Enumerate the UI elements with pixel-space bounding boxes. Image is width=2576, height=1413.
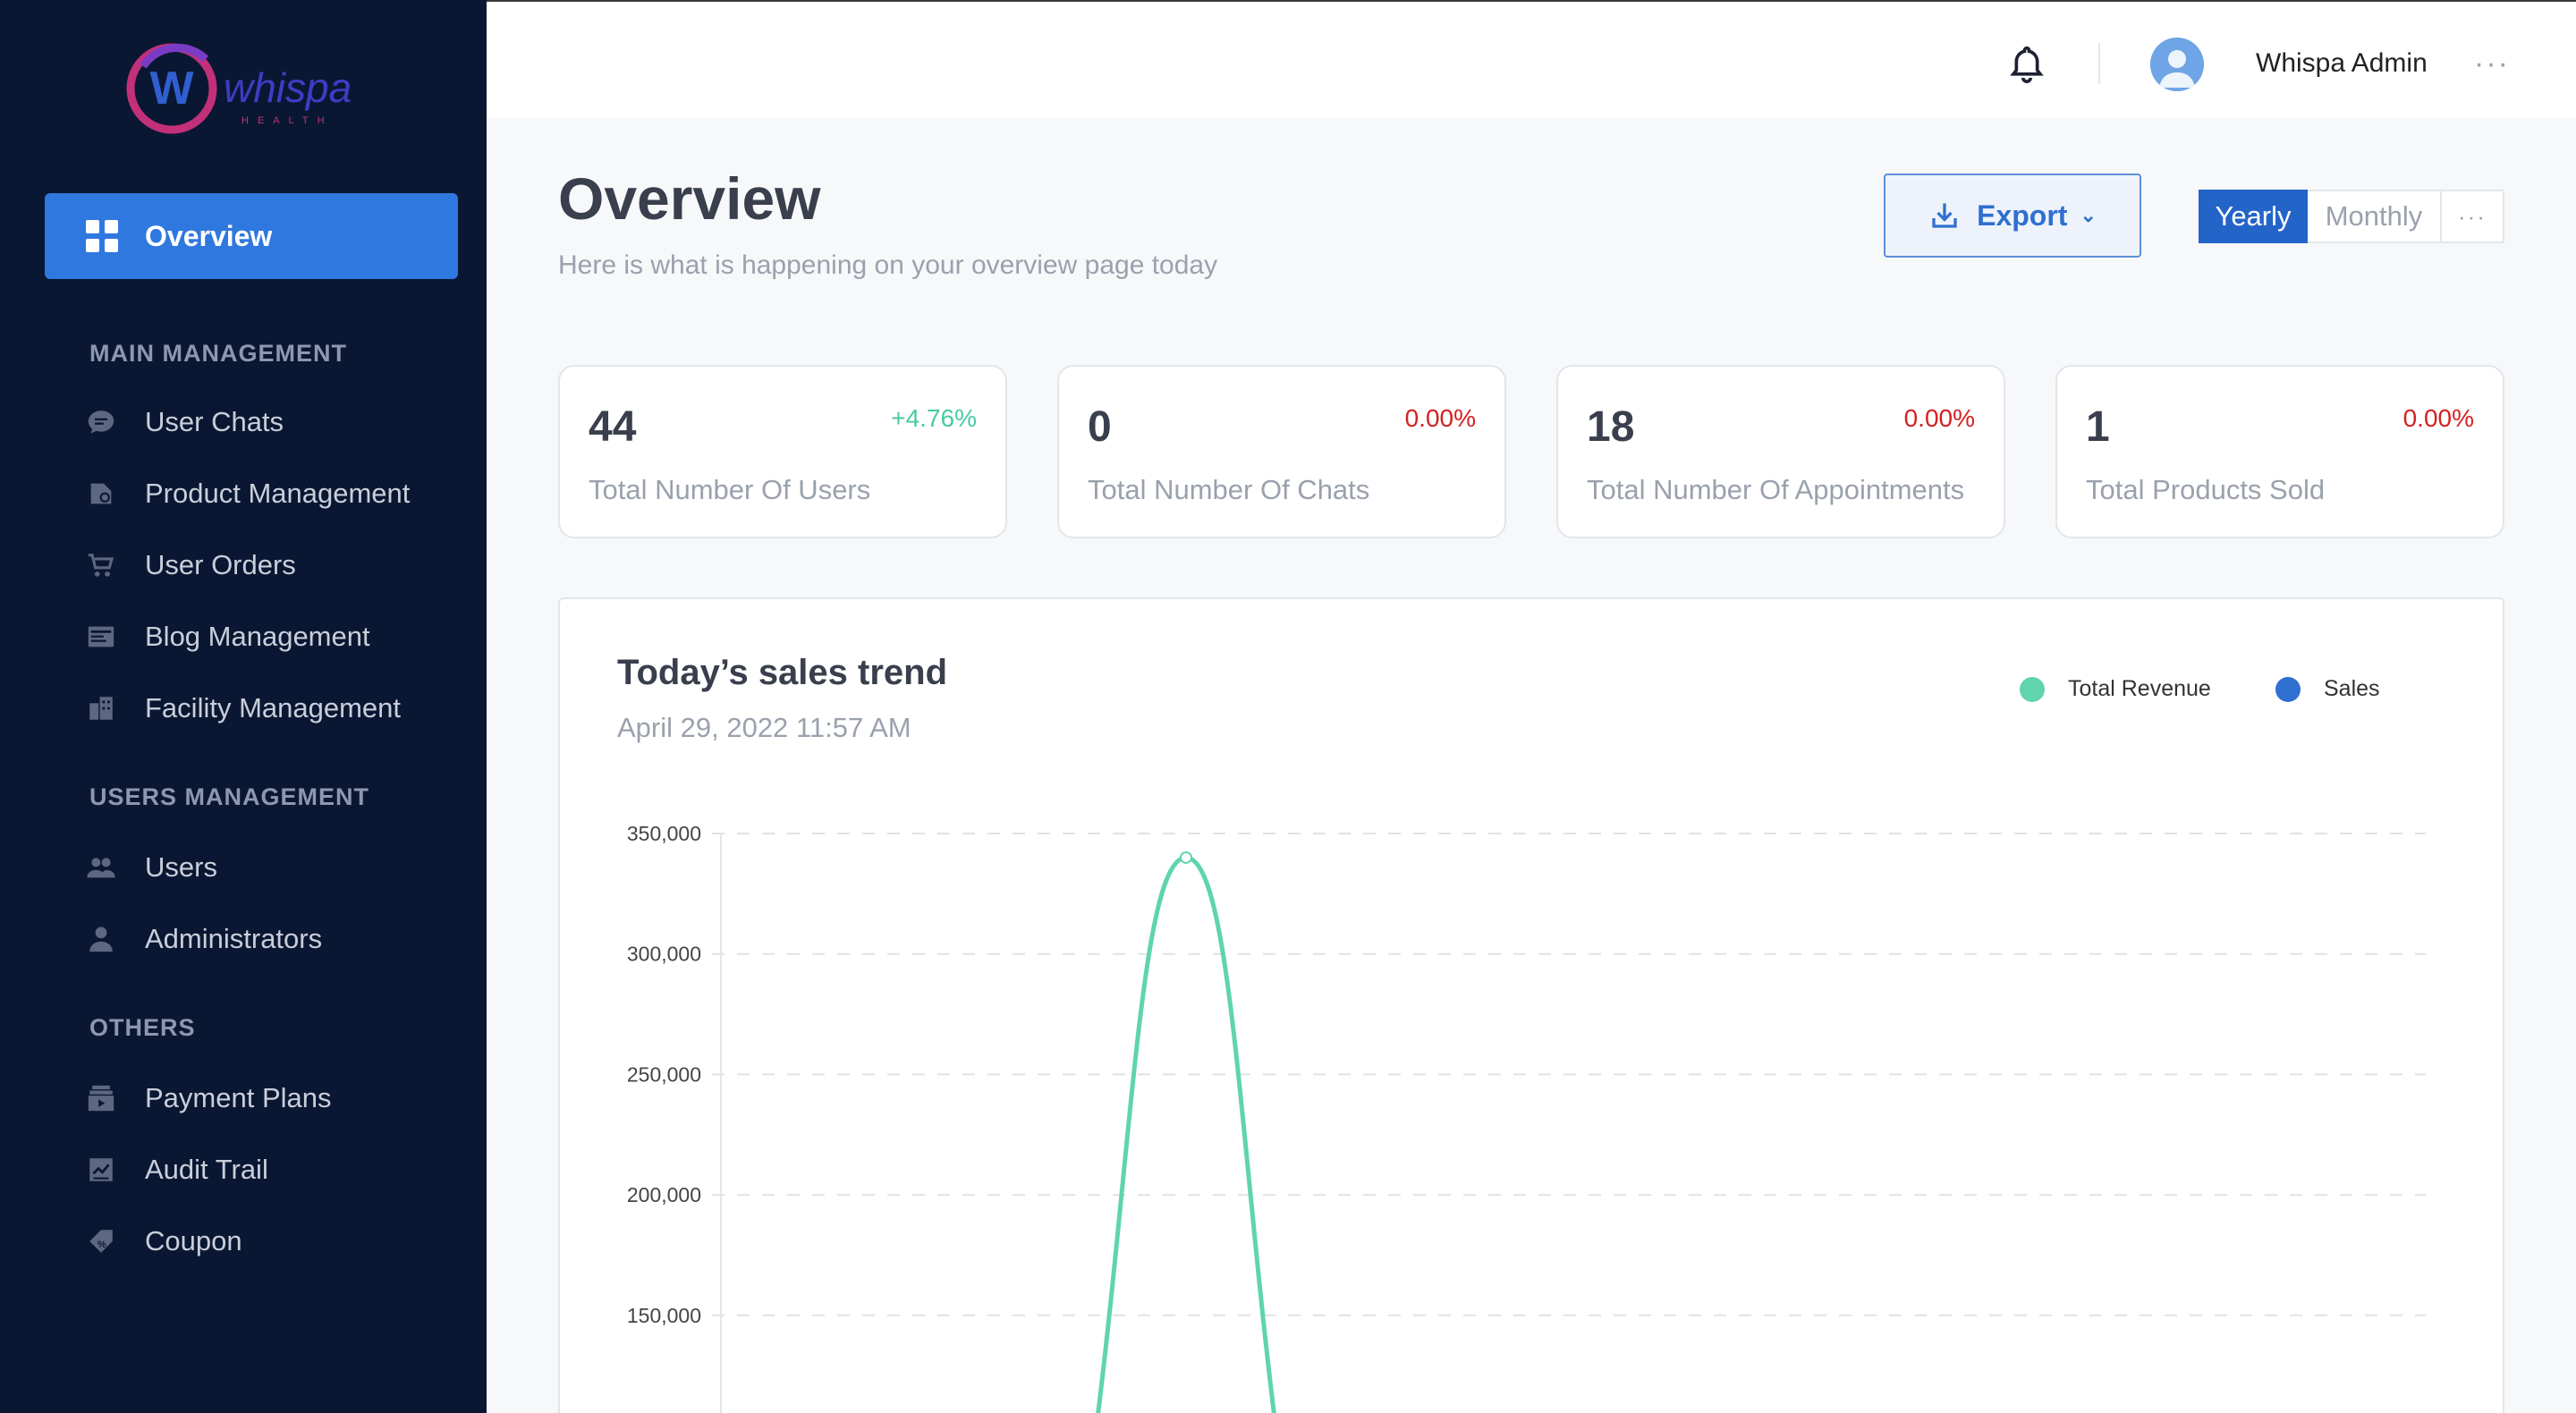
page-subtitle: Here is what is happening on your overvi… (558, 250, 1218, 280)
y-tick-label: 300,000 (627, 943, 701, 966)
sidebar-item-coupon[interactable]: % Coupon (84, 1214, 242, 1268)
legend-label: Sales (2324, 676, 2380, 701)
stat-label: Total Number Of Chats (1088, 474, 1370, 505)
sidebar-item-product-management[interactable]: Product Management (84, 467, 410, 520)
bell-icon[interactable] (2009, 45, 2045, 84)
section-others: OTHERS (89, 1014, 196, 1041)
sidebar-item-overview[interactable]: Overview (45, 193, 458, 279)
y-tick-label: 150,000 (627, 1304, 701, 1327)
stat-change: +4.76% (891, 404, 977, 432)
export-button[interactable]: Export ⌄ (1884, 173, 2141, 258)
legend-item-sales[interactable]: Sales (2275, 676, 2380, 702)
sidebar-item-label: Users (145, 851, 217, 883)
sidebar-item-administrators[interactable]: Administrators (84, 912, 322, 966)
building-icon (84, 691, 118, 725)
sidebar-item-user-orders[interactable]: User Orders (84, 538, 296, 592)
sidebar-item-label: Administrators (145, 923, 323, 954)
page-title: Overview (558, 165, 821, 232)
stat-value: 1 (2086, 403, 2110, 451)
stat-label: Total Number Of Appointments (1587, 474, 1965, 505)
section-main-management: MAIN MANAGEMENT (89, 340, 347, 367)
tab-yearly[interactable]: Yearly (2199, 190, 2308, 243)
stat-card-chats[interactable]: 0 0.00% Total Number Of Chats (1057, 365, 1506, 538)
stat-card-products-sold[interactable]: 1 0.00% Total Products Sold (2055, 365, 2504, 538)
stat-value: 0 (1088, 403, 1112, 451)
sidebar: W whispa HEALTH Overview MAIN MANAGEMENT… (0, 0, 487, 1413)
cart-icon (84, 548, 118, 582)
payment-icon (84, 1081, 118, 1115)
sidebar-item-label: Facility Management (145, 692, 402, 723)
sidebar-item-users[interactable]: Users (84, 841, 217, 894)
legend-dot (2020, 676, 2045, 702)
sidebar-item-label: Coupon (145, 1225, 242, 1256)
sales-trend-card: 350,000 300,000 250,000 200,000 150,000 Toda… (558, 597, 2504, 1413)
sidebar-item-label: Product Management (145, 478, 411, 509)
export-label: Export (1977, 199, 2068, 232)
y-tick-label: 200,000 (627, 1183, 701, 1206)
stat-card-users[interactable]: 44 +4.76% Total Number Of Users (558, 365, 1007, 538)
stat-change: 0.00% (1903, 404, 1975, 432)
svg-text:whispa: whispa (224, 64, 352, 111)
sidebar-item-user-chats[interactable]: User Chats (84, 395, 284, 449)
stat-change: 0.00% (1404, 404, 1476, 432)
whispa-logo[interactable]: W whispa HEALTH (125, 39, 367, 138)
sidebar-item-label: Overview (145, 219, 273, 252)
sidebar-item-label: Blog Management (145, 621, 370, 652)
grid-icon (86, 220, 118, 252)
sidebar-item-facility-management[interactable]: Facility Management (84, 681, 401, 735)
admin-icon (84, 922, 118, 956)
stat-card-appointments[interactable]: 18 0.00% Total Number Of Appointments (1556, 365, 2005, 538)
divider (2098, 43, 2100, 84)
legend-item-total-revenue[interactable]: Total Revenue (2020, 676, 2211, 702)
legend-label: Total Revenue (2068, 676, 2211, 701)
chat-icon (84, 405, 118, 439)
sidebar-item-audit-trail[interactable]: Audit Trail (84, 1143, 268, 1197)
sidebar-item-blog-management[interactable]: Blog Management (84, 610, 370, 664)
sidebar-item-label: User Orders (145, 549, 296, 580)
chevron-down-icon: ⌄ (2080, 204, 2097, 226)
blog-icon (84, 620, 118, 654)
y-tick-label: 250,000 (627, 1062, 701, 1086)
stat-label: Total Number Of Users (589, 474, 871, 505)
y-tick-label: 350,000 (627, 822, 701, 845)
sidebar-item-label: User Chats (145, 406, 284, 437)
stat-value: 44 (589, 403, 637, 451)
audit-icon (84, 1153, 118, 1187)
chart-title: Today’s sales trend (617, 653, 948, 692)
data-point-total-revenue (1180, 850, 1192, 864)
section-users-management: USERS MANAGEMENT (89, 783, 370, 810)
legend-dot (2275, 676, 2301, 702)
sidebar-item-label: Payment Plans (145, 1082, 332, 1113)
more-menu-icon[interactable]: ··· (2474, 47, 2510, 81)
avatar[interactable] (2150, 38, 2204, 91)
svg-text:%: % (97, 1240, 106, 1250)
svg-text:HEALTH: HEALTH (242, 115, 334, 126)
stat-value: 18 (1587, 403, 1635, 451)
stat-label: Total Products Sold (2086, 474, 2326, 505)
top-bar: Whispa Admin ··· (487, 0, 2576, 118)
user-name[interactable]: Whispa Admin (2256, 48, 2428, 79)
period-more-icon[interactable]: ··· (2442, 190, 2504, 243)
sidebar-item-label: Audit Trail (145, 1154, 268, 1185)
svg-text:W: W (149, 63, 194, 114)
series-line-total-revenue (1096, 855, 1276, 1413)
users-icon (84, 850, 118, 884)
chart-date: April 29, 2022 11:57 AM (617, 712, 911, 743)
download-icon (1932, 203, 1957, 228)
stat-change: 0.00% (2402, 404, 2474, 432)
tab-monthly[interactable]: Monthly (2308, 190, 2442, 243)
product-icon (84, 477, 118, 511)
coupon-icon: % (84, 1224, 118, 1258)
sidebar-item-payment-plans[interactable]: Payment Plans (84, 1071, 332, 1125)
